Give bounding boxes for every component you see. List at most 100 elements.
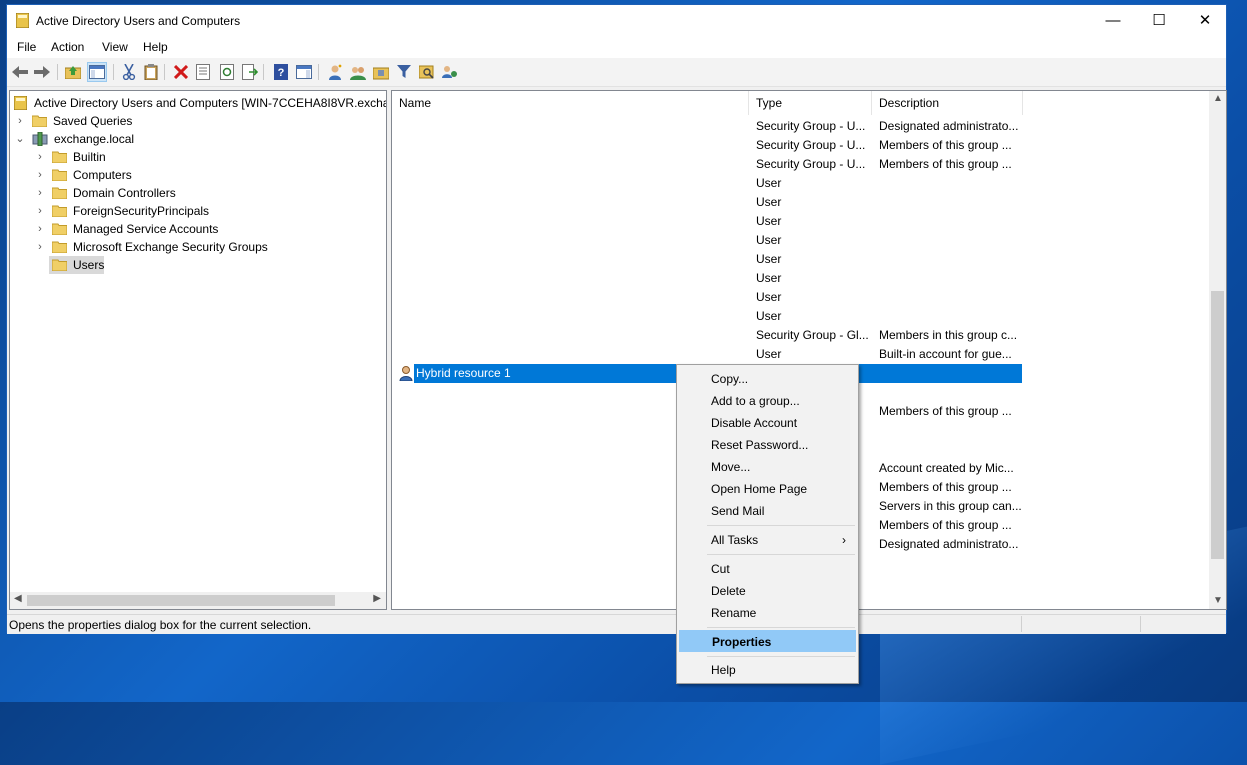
menu-item-send-mail[interactable]: Send Mail [679, 500, 856, 522]
cell-type: User [756, 176, 782, 190]
tree-item-label: Users [73, 258, 105, 272]
table-row[interactable]: User [392, 212, 1022, 231]
table-row[interactable]: Security Group - U... Members of this gro… [392, 136, 1022, 155]
chevron-right-icon[interactable]: › [34, 238, 46, 256]
chevron-down-icon[interactable]: ⌄ [14, 130, 26, 148]
close-button[interactable]: ✕ [1182, 5, 1228, 36]
chevron-right-icon[interactable]: › [34, 184, 46, 202]
menu-item-rename[interactable]: Rename [679, 602, 856, 624]
cell-type: Security Group - U... [756, 157, 866, 171]
column-header-type[interactable]: Type [749, 91, 872, 115]
window-title: Active Directory Users and Computers [36, 14, 241, 28]
folder-icon [52, 205, 67, 217]
menu-item-cut[interactable]: Cut [679, 558, 856, 580]
chevron-right-icon[interactable]: › [14, 112, 26, 130]
scroll-up-icon[interactable]: ▲ [1213, 93, 1223, 104]
chevron-right-icon[interactable]: › [34, 220, 46, 238]
menu-separator [707, 525, 855, 526]
chevron-right-icon[interactable]: › [34, 148, 46, 166]
cut-icon[interactable] [119, 62, 139, 82]
table-row[interactable]: User [392, 269, 1022, 288]
list-vertical-scrollbar[interactable]: ▲ ▼ [1209, 91, 1226, 609]
cell-type: User [756, 195, 782, 209]
table-row[interactable]: User [392, 288, 1022, 307]
minimize-button[interactable]: — [1090, 5, 1136, 36]
show-console-tree-icon[interactable] [87, 62, 107, 82]
table-row[interactable]: User [392, 174, 1022, 193]
cell-description: Members of this group ... [879, 404, 1012, 418]
tree-item-label: Builtin [73, 150, 106, 164]
table-row[interactable]: User [392, 231, 1022, 250]
tree-item-exchange-security-groups[interactable]: › Microsoft Exchange Security Groups [10, 238, 310, 256]
tree-root[interactable]: Active Directory Users and Computers [WI… [10, 94, 386, 112]
menu-item-move[interactable]: Move... [679, 456, 856, 478]
help-icon[interactable]: ? [271, 62, 291, 82]
menu-help[interactable]: Help [143, 40, 168, 54]
filter-icon[interactable] [394, 62, 414, 82]
tree-item-users[interactable]: Users [10, 256, 210, 274]
tree-item-managed-service-accounts[interactable]: › Managed Service Accounts [10, 220, 260, 238]
find-icon[interactable] [417, 62, 437, 82]
menu-item-add-to-group[interactable]: Add to a group... [679, 390, 856, 412]
refresh-icon[interactable] [217, 62, 237, 82]
maximize-button[interactable]: ☐ [1136, 5, 1182, 36]
menu-file[interactable]: File [17, 40, 36, 54]
cell-description: Account created by Mic... [879, 461, 1014, 475]
menu-item-open-home-page[interactable]: Open Home Page [679, 478, 856, 500]
tree-item-domain[interactable]: ⌄ exchange.local [10, 130, 210, 148]
forward-arrow-icon[interactable] [32, 62, 52, 82]
table-row[interactable]: User [392, 307, 1022, 326]
scroll-right-icon[interactable]: ▶ [373, 593, 381, 604]
table-row[interactable]: Security Group - Gl... Members in this gr… [392, 326, 1022, 345]
console-tree[interactable]: Active Directory Users and Computers [WI… [9, 90, 387, 610]
tree-item-foreign-security-principals[interactable]: › ForeignSecurityPrincipals [10, 202, 260, 220]
scroll-left-icon[interactable]: ◀ [14, 593, 22, 604]
tree-item-domain-controllers[interactable]: › Domain Controllers [10, 184, 260, 202]
cell-type: User [756, 214, 782, 228]
menu-action[interactable]: Action [51, 40, 84, 54]
chevron-right-icon[interactable]: › [34, 202, 46, 220]
properties-sheet-icon[interactable] [193, 62, 213, 82]
menu-item-help[interactable]: Help [679, 659, 856, 681]
scrollbar-thumb[interactable] [1211, 291, 1224, 559]
paste-icon[interactable] [141, 62, 161, 82]
menu-item-disable-account[interactable]: Disable Account [679, 412, 856, 434]
tree-item-saved-queries[interactable]: › Saved Queries [10, 112, 210, 130]
menu-item-reset-password[interactable]: Reset Password... [679, 434, 856, 456]
cell-description: Designated administrato... [879, 537, 1019, 551]
up-folder-icon[interactable] [63, 62, 83, 82]
new-group-icon[interactable] [348, 62, 368, 82]
menu-item-properties[interactable]: Properties [679, 630, 856, 652]
column-header-description[interactable]: Description [872, 91, 1023, 115]
status-divider [1140, 616, 1141, 632]
export-list-icon[interactable] [240, 62, 260, 82]
delete-icon[interactable] [171, 62, 191, 82]
menu-item-copy[interactable]: Copy... [679, 368, 856, 390]
directory-icon [14, 96, 27, 110]
new-ou-icon[interactable] [371, 62, 391, 82]
column-header-name[interactable]: Name [392, 91, 749, 115]
menu-item-delete[interactable]: Delete [679, 580, 856, 602]
tree-item-builtin[interactable]: › Builtin [10, 148, 210, 166]
action-pane-icon[interactable] [294, 62, 314, 82]
table-row[interactable]: Security Group - U... Members of this gro… [392, 155, 1022, 174]
new-user-icon[interactable] [325, 62, 345, 82]
menu-view[interactable]: View [102, 40, 128, 54]
cell-description: Members of this group ... [879, 157, 1012, 171]
tree-item-computers[interactable]: › Computers [10, 166, 210, 184]
tree-item-label: Managed Service Accounts [73, 222, 219, 236]
scrollbar-thumb[interactable] [27, 595, 335, 606]
chevron-right-icon[interactable]: › [34, 166, 46, 184]
add-to-group-icon[interactable] [440, 62, 460, 82]
menu-item-all-tasks[interactable]: All Tasks › [679, 529, 856, 551]
back-arrow-icon[interactable] [10, 62, 30, 82]
svg-text:?: ? [278, 67, 285, 79]
tree-horizontal-scrollbar[interactable]: ◀ ▶ [10, 592, 386, 609]
table-row[interactable]: User Built-in account for gue... [392, 345, 1022, 364]
table-row[interactable]: User [392, 250, 1022, 269]
table-row[interactable]: Security Group - U... Designated administ… [392, 117, 1022, 136]
table-row[interactable]: User [392, 193, 1022, 212]
scroll-down-icon[interactable]: ▼ [1213, 595, 1223, 606]
toolbar-separator [318, 64, 319, 80]
title-bar[interactable]: Active Directory Users and Computers — ☐… [7, 5, 1226, 36]
